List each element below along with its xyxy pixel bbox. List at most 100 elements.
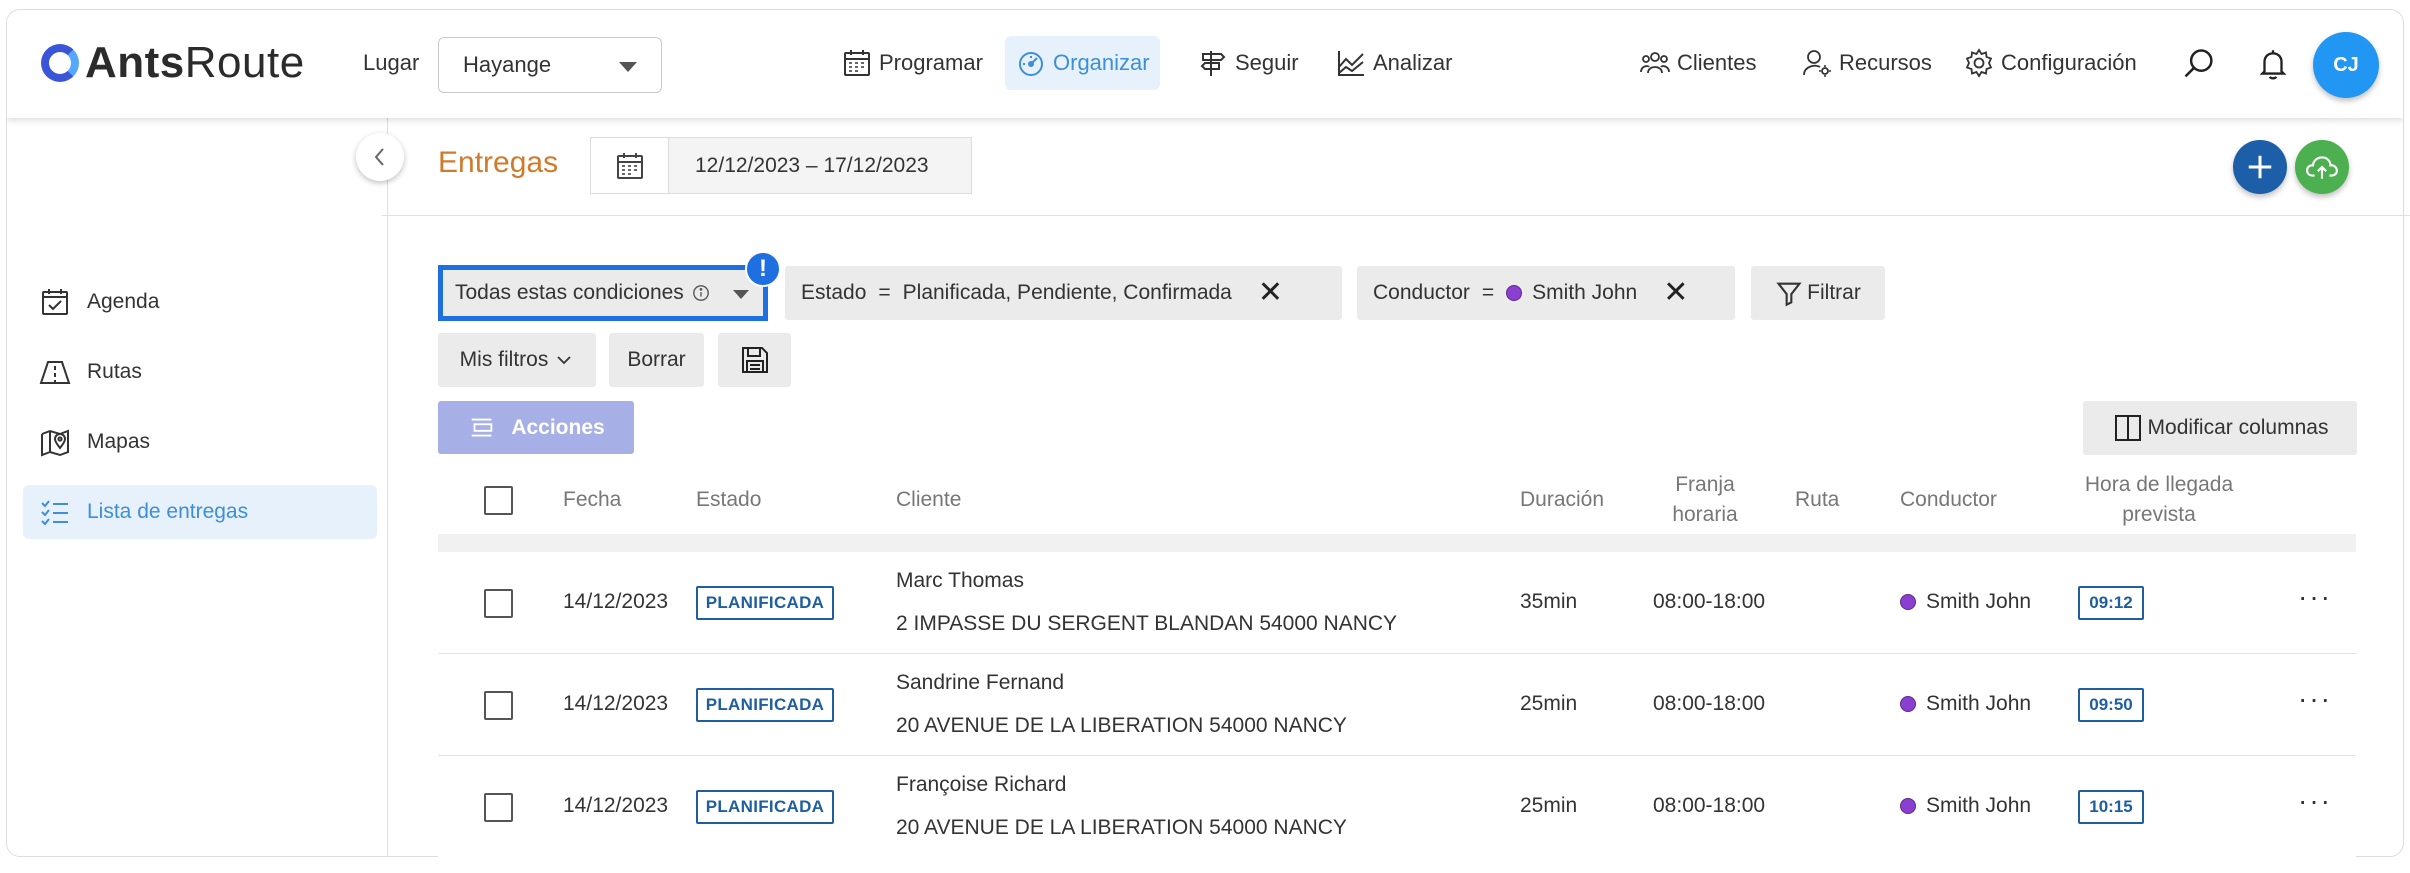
cell-duracion: 25min bbox=[1520, 794, 1578, 817]
row-checkbox[interactable] bbox=[484, 589, 513, 618]
sidebar-item-label: Rutas bbox=[87, 360, 142, 383]
filter-chip-conductor[interactable]: Conductor = Smith John ✕ bbox=[1357, 266, 1735, 320]
table-row[interactable]: 14/12/2023 PLANIFICADA Françoise Richard… bbox=[438, 757, 2356, 858]
cloud-upload-button[interactable] bbox=[2295, 140, 2349, 194]
page-title: Entregas bbox=[438, 146, 559, 179]
eta-badge: 09:50 bbox=[2078, 688, 2144, 722]
lugar-select-value: Hayange bbox=[463, 52, 552, 77]
status-badge: PLANIFICADA bbox=[696, 688, 834, 722]
row-checkbox[interactable] bbox=[484, 793, 513, 822]
column-header-franja-horaria[interactable]: Franja horaria bbox=[1658, 470, 1752, 530]
row-checkbox[interactable] bbox=[484, 691, 513, 720]
select-all-checkbox[interactable] bbox=[484, 486, 513, 515]
antsroute-logo[interactable]: AntsRoute bbox=[41, 38, 305, 88]
column-header-estado[interactable]: Estado bbox=[696, 485, 761, 515]
sidebar-item-label: Mapas bbox=[87, 430, 151, 453]
columns-icon bbox=[2114, 415, 2141, 441]
column-header-conductor[interactable]: Conductor bbox=[1900, 485, 1997, 515]
nav-programar[interactable]: Programar bbox=[831, 36, 993, 90]
column-header-fecha[interactable]: Fecha bbox=[563, 485, 621, 515]
clear-filters-label: Borrar bbox=[627, 348, 686, 371]
filter-chip-field: Conductor bbox=[1373, 281, 1470, 304]
cell-conductor-name: Smith John bbox=[1926, 794, 2032, 817]
alert-badge-icon: ! bbox=[745, 251, 781, 287]
cell-cliente[interactable]: Marc Thomas bbox=[896, 569, 1024, 593]
nav-seguir[interactable]: Seguir bbox=[1187, 36, 1309, 90]
sidebar-item-lista-de-entregas[interactable]: Lista de entregas bbox=[23, 485, 377, 539]
column-header-ruta[interactable]: Ruta bbox=[1795, 485, 1839, 515]
sidebar-item-mapas[interactable]: Mapas bbox=[23, 415, 377, 469]
bell-icon[interactable] bbox=[2253, 44, 2293, 84]
cell-cliente[interactable]: Sandrine Fernand bbox=[896, 671, 1064, 695]
acciones-button[interactable]: Acciones bbox=[438, 401, 634, 454]
add-button[interactable] bbox=[2233, 140, 2287, 194]
nav-programar-label: Programar bbox=[879, 50, 983, 75]
user-avatar[interactable]: CJ bbox=[2313, 32, 2379, 98]
cell-conductor: Smith John bbox=[1900, 590, 2031, 614]
driver-color-dot bbox=[1506, 285, 1523, 301]
cell-duracion: 25min bbox=[1520, 692, 1578, 715]
more-options-icon[interactable]: ··· bbox=[2298, 683, 2332, 715]
nav-analizar[interactable]: Analizar bbox=[1325, 36, 1462, 90]
eta-badge: 09:12 bbox=[2078, 586, 2144, 620]
search-icon[interactable] bbox=[2179, 44, 2219, 84]
cell-conductor-name: Smith John bbox=[1926, 590, 2032, 613]
status-badge: PLANIFICADA bbox=[696, 586, 834, 620]
chevron-down-icon bbox=[557, 356, 571, 365]
calendar-icon[interactable] bbox=[591, 138, 669, 193]
sidebar-item-rutas[interactable]: Rutas bbox=[23, 345, 377, 399]
table-separator bbox=[438, 534, 2356, 552]
collapse-sidebar-button[interactable] bbox=[356, 133, 404, 181]
nav-organizar[interactable]: Organizar bbox=[1005, 36, 1160, 90]
filter-chip-value: Planificada, Pendiente, Confirmada bbox=[902, 281, 1232, 304]
logo-text-bold: Ants bbox=[85, 38, 185, 87]
calendar-check-icon bbox=[42, 289, 68, 315]
cell-conductor-name: Smith John bbox=[1926, 692, 2032, 715]
cell-fecha: 14/12/2023 bbox=[563, 590, 669, 613]
condition-mode-label: Todas estas condiciones bbox=[455, 281, 684, 304]
date-range-picker[interactable]: 12/12/2023 – 17/12/2023 bbox=[590, 137, 972, 194]
nav-recursos[interactable]: Recursos bbox=[1791, 36, 1942, 90]
logo-mark-icon bbox=[41, 44, 79, 82]
user-gear-icon bbox=[1803, 50, 1831, 77]
column-header-duracion[interactable]: Duración bbox=[1520, 485, 1604, 515]
column-header-line: Hora de llegada bbox=[2084, 473, 2234, 496]
table-row[interactable]: 14/12/2023 PLANIFICADA Sandrine Fernand … bbox=[438, 655, 2356, 756]
caret-down-icon bbox=[733, 290, 749, 299]
close-icon[interactable]: ✕ bbox=[1663, 278, 1688, 308]
nav-clientes-label: Clientes bbox=[1677, 50, 1757, 75]
cell-franja: 08:00-18:00 bbox=[1653, 794, 1766, 817]
filter-button[interactable]: Filtrar bbox=[1751, 266, 1885, 320]
driver-color-dot bbox=[1900, 798, 1916, 814]
modify-columns-button[interactable]: Modificar columnas bbox=[2083, 401, 2357, 455]
close-icon[interactable]: ✕ bbox=[1258, 278, 1283, 308]
save-filter-button[interactable] bbox=[718, 333, 791, 387]
nav-clientes[interactable]: Clientes bbox=[1629, 36, 1766, 90]
table-row[interactable]: 14/12/2023 PLANIFICADA Marc Thomas 2 IMP… bbox=[438, 553, 2356, 654]
route-icon bbox=[39, 361, 71, 384]
cell-duracion: 35min bbox=[1520, 590, 1578, 613]
calendar-grid-icon bbox=[844, 50, 870, 76]
cell-franja: 08:00-18:00 bbox=[1653, 590, 1766, 613]
users-icon bbox=[1640, 52, 1670, 74]
cell-direccion: 2 IMPASSE DU SERGENT BLANDAN 54000 NANCY bbox=[896, 612, 1398, 635]
info-icon bbox=[692, 285, 709, 301]
sidebar-item-agenda[interactable]: Agenda bbox=[23, 275, 377, 329]
nav-configuracion[interactable]: Configuración bbox=[1953, 36, 2147, 90]
more-options-icon[interactable]: ··· bbox=[2298, 785, 2332, 817]
column-header-cliente[interactable]: Cliente bbox=[896, 485, 961, 515]
column-header-line: prevista bbox=[2122, 503, 2196, 526]
lugar-select[interactable]: Hayange bbox=[438, 37, 662, 93]
clear-filters-button[interactable]: Borrar bbox=[609, 333, 704, 387]
filter-chip-estado[interactable]: Estado = Planificada, Pendiente, Confirm… bbox=[785, 266, 1342, 320]
nav-recursos-label: Recursos bbox=[1839, 50, 1932, 75]
sidebar: Agenda Rutas Mapas Lista de entregas bbox=[7, 118, 388, 856]
my-filters-dropdown[interactable]: Mis filtros bbox=[438, 333, 596, 387]
condition-mode-select[interactable]: Todas estas condiciones bbox=[438, 265, 768, 321]
nav-organizar-label: Organizar bbox=[1053, 50, 1150, 75]
column-header-hora-llegada[interactable]: Hora de llegada prevista bbox=[2074, 470, 2244, 530]
cell-cliente[interactable]: Françoise Richard bbox=[896, 773, 1066, 797]
modify-columns-label: Modificar columnas bbox=[2147, 416, 2329, 439]
logo-text-regular: Route bbox=[184, 38, 305, 87]
more-options-icon[interactable]: ··· bbox=[2298, 581, 2332, 613]
